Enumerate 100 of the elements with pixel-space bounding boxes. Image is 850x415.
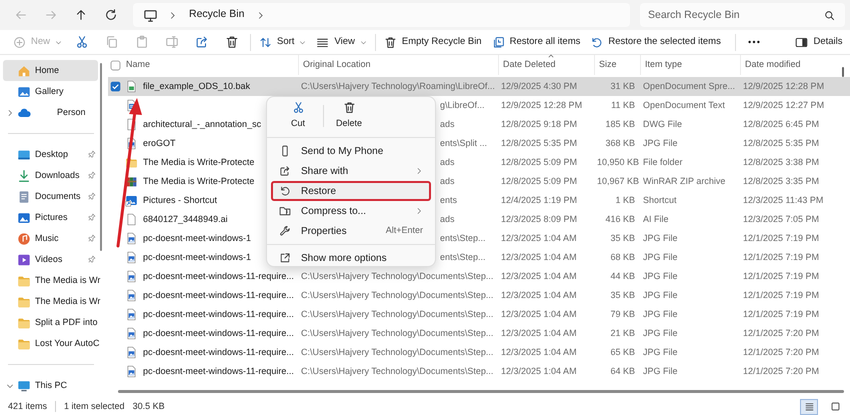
- nav-item[interactable]: This PC: [3, 375, 98, 396]
- gallery-icon: [17, 84, 31, 98]
- column-header[interactable]: Date modified: [740, 55, 836, 75]
- checkbox[interactable]: [110, 81, 120, 92]
- file-name: The Media is Write-Protecte: [143, 176, 254, 186]
- size-cell: 68 KB: [610, 252, 635, 262]
- size-cell: 31 KB: [610, 80, 635, 91]
- column-header[interactable]: Date Deleted: [498, 55, 594, 75]
- delete-icon[interactable]: [225, 35, 240, 49]
- delete-icon: [384, 36, 397, 48]
- chevron-icon: [168, 10, 177, 20]
- nav-item[interactable]: Videos: [3, 249, 98, 270]
- nav-item[interactable]: Person: [3, 102, 98, 123]
- folder-icon: [17, 274, 31, 288]
- view-toggle[interactable]: [800, 398, 818, 414]
- file-name: file_example_ODS_10.bak: [143, 80, 250, 91]
- date-cell: 12/8/2025 5:09 PM: [501, 156, 578, 167]
- expand-chevron-icon[interactable]: [6, 108, 14, 116]
- date-cell: 12/1/2025 7:19 PM: [743, 232, 820, 243]
- menu-item[interactable]: Restore: [271, 181, 431, 201]
- folder-icon: [17, 294, 31, 308]
- file-name: pc-doesnt-meet-windows-11-require...: [143, 270, 294, 281]
- breadcrumb[interactable]: Recycle Bin: [187, 7, 246, 23]
- file-name: pc-doesnt-meet-windows-11-require...: [143, 328, 294, 338]
- date-cell: 12/8/2025 5:09 PM: [501, 176, 578, 186]
- archive-icon: [124, 175, 138, 188]
- address-bar[interactable]: Recycle Bin: [133, 3, 630, 27]
- location-cell: C:\Users\Hajvery Technology\Documents\Step...: [301, 328, 494, 338]
- shortcut-icon: [124, 194, 138, 207]
- column-header[interactable]: Original Location: [298, 55, 498, 75]
- date-cell: 12/9/2025 12:27 PM: [743, 100, 824, 110]
- date-cell: 12/8/2025 9:18 PM: [501, 118, 578, 129]
- up-arrow-icon[interactable]: [74, 8, 88, 22]
- nav-item[interactable]: Downloads: [3, 165, 98, 186]
- image-file-icon: [124, 308, 138, 321]
- nav-item[interactable]: Split a PDF into: [3, 312, 98, 333]
- image-file-icon: [124, 346, 138, 359]
- details-button[interactable]: Details: [790, 31, 848, 53]
- caret-icon: [55, 38, 62, 46]
- location-cell: ads: [440, 214, 455, 224]
- type-cell: OpenDocument Text: [643, 100, 725, 110]
- image-file-icon: [124, 232, 138, 245]
- search-field[interactable]: Search Recycle Bin: [640, 3, 845, 27]
- date-cell: 12/3/2025 1:04 AM: [501, 252, 577, 262]
- pictures-icon: [17, 210, 31, 224]
- delete-button[interactable]: Delete: [330, 98, 368, 132]
- location-cell: ads: [440, 176, 455, 186]
- file-name: pc-doesnt-meet-windows-11-require...: [143, 308, 294, 319]
- size-cell: 64 KB: [610, 366, 635, 376]
- select-all-checkbox[interactable]: [110, 60, 120, 70]
- date-cell: 12/3/2025 7:05 PM: [743, 214, 820, 224]
- music-icon: [17, 232, 31, 246]
- nav-item[interactable]: Home: [3, 60, 98, 81]
- file-name: pc-doesnt-meet-windows-11-require...: [143, 290, 294, 300]
- toolbar-button[interactable]: Restore the selected items: [585, 31, 726, 53]
- nav-item[interactable]: The Media is Wr: [3, 270, 98, 291]
- toolbar-button[interactable]: Restore all items: [486, 31, 586, 53]
- cut-icon[interactable]: [75, 35, 90, 49]
- column-header[interactable]: Size: [594, 55, 640, 75]
- date-cell: 12/4/2025 1:19 PM: [501, 194, 578, 205]
- menu-item[interactable]: Properties Alt+Enter: [271, 221, 431, 241]
- toolbar-button[interactable]: View: [311, 31, 372, 53]
- restore-icon: [279, 185, 291, 197]
- nav-item[interactable]: Lost Your AutoC: [3, 333, 98, 354]
- caret-icon: [360, 38, 367, 46]
- location-cell: ents\Step...: [440, 232, 486, 243]
- menu-item[interactable]: Share with: [271, 161, 431, 181]
- image-file-icon: [124, 327, 138, 340]
- nav-item[interactable]: Documents: [3, 186, 98, 207]
- nav-item[interactable]: Gallery: [3, 81, 98, 102]
- date-cell: 12/1/2025 7:20 PM: [743, 366, 820, 376]
- pin-icon: [88, 255, 96, 263]
- toolbar-button[interactable]: Sort: [254, 31, 312, 53]
- external-icon: [279, 252, 291, 264]
- nav-item[interactable]: Pictures: [3, 207, 98, 228]
- compress-icon: [279, 205, 291, 217]
- menu-item[interactable]: Send to My Phone: [271, 141, 431, 161]
- scrollbar[interactable]: [100, 63, 102, 251]
- nav-item[interactable]: Desktop: [3, 144, 98, 165]
- column-header[interactable]: Item type: [640, 55, 740, 75]
- share-icon[interactable]: [195, 35, 210, 49]
- scrollbar[interactable]: [118, 390, 844, 392]
- nav-item[interactable]: The Media is Wr: [3, 291, 98, 312]
- chevron-icon[interactable]: [256, 10, 266, 20]
- date-cell: 12/3/2025 1:04 AM: [501, 270, 577, 281]
- toolbar-button[interactable]: Empty Recycle Bin: [378, 31, 487, 53]
- menu-item[interactable]: Compress to...: [271, 201, 431, 221]
- location-cell: C:\Users\Hajvery Technology\Roaming\LibreOf...: [301, 80, 495, 91]
- menu-item[interactable]: Show more options: [271, 248, 431, 268]
- column-header[interactable]: Name: [122, 55, 298, 75]
- file-row[interactable]: file_example_ODS_10.bak C:\Users\Hajvery Technology\Roaming\LibreOf... 12/9/2025 4:30 PM 31 KB OpenDocument Spre... 12/9/2025 12:28 PM: [108, 77, 850, 96]
- item-count: 421 items: [8, 400, 48, 413]
- refresh-icon[interactable]: [104, 8, 118, 22]
- type-cell: DWG File: [643, 118, 682, 129]
- scrollbar[interactable]: [842, 67, 844, 77]
- search-icon[interactable]: [824, 10, 835, 21]
- cut-button[interactable]: Cut: [279, 98, 317, 132]
- nav-item[interactable]: Music: [3, 228, 98, 249]
- image-file-icon: [124, 251, 138, 264]
- size-cell: 79 KB: [610, 308, 635, 319]
